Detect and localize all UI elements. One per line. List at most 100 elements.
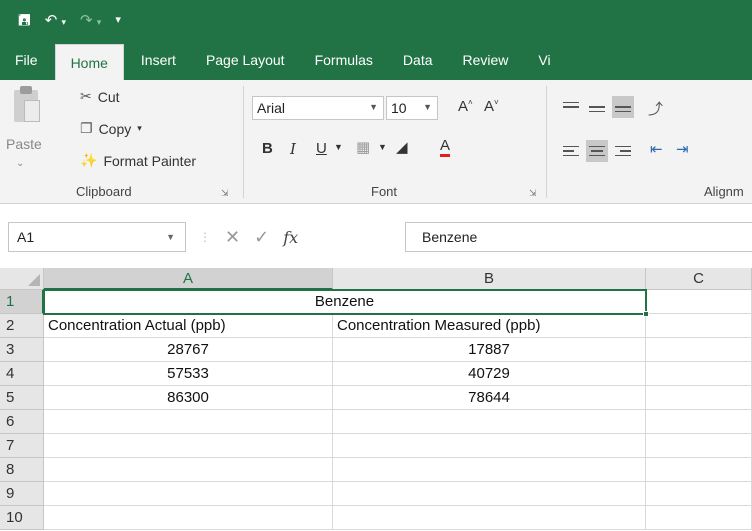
align-left-icon[interactable] [560,140,582,162]
cell-c6[interactable] [646,410,752,434]
fill-handle[interactable] [643,311,649,317]
worksheet-grid: A B C 1 2 3 4 5 6 7 8 9 10 Benzene Conce… [0,268,752,531]
tab-page-layout[interactable]: Page Layout [191,40,300,80]
cell-b10[interactable] [333,506,646,530]
cell-c2[interactable] [646,314,752,338]
row-header-5[interactable]: 5 [0,386,44,410]
tab-home[interactable]: Home [54,44,124,80]
format-painter-label: Format Painter [103,152,197,169]
cell-c4[interactable] [646,362,752,386]
borders-icon[interactable]: ▦ [356,138,370,156]
redo-icon[interactable]: ↷ ▾ [80,13,101,28]
copy-icon: ❐ [80,120,93,136]
enter-icon[interactable]: ✓ [254,227,269,248]
tab-review[interactable]: Review [448,40,524,80]
cell-a8[interactable] [44,458,333,482]
bold-icon[interactable]: B [262,140,273,157]
tab-file[interactable]: File [0,40,53,80]
orientation-icon[interactable]: ⤴ [648,98,663,119]
paste-icon[interactable] [10,86,40,126]
increase-font-icon[interactable]: A˄ [458,98,473,115]
alignment-group-label: Alignm [704,184,744,199]
paste-button[interactable]: Paste [6,136,42,152]
font-group-label: Font [371,184,398,199]
customize-icon[interactable]: ▾ [115,14,121,26]
tab-view[interactable]: Vi [523,40,565,80]
increase-indent-icon[interactable]: ⇥ [676,140,689,158]
decrease-font-icon[interactable]: A˅ [484,98,499,115]
middle-align-icon[interactable] [586,96,608,118]
cell-c1[interactable] [646,290,752,314]
cell-c5[interactable] [646,386,752,410]
chevron-down-icon[interactable]: ▼ [334,142,343,152]
cell-b3[interactable]: 17887 [333,338,646,362]
cut-label: Cut [97,88,120,105]
select-all-button[interactable] [0,268,44,290]
tab-formulas[interactable]: Formulas [300,40,388,80]
cut-button[interactable]: ✂ Cut [80,88,120,105]
cell-a5[interactable]: 86300 [44,386,333,410]
tab-insert[interactable]: Insert [126,40,191,80]
row-header-7[interactable]: 7 [0,434,44,458]
formula-input[interactable]: Benzene [405,222,752,252]
row-header-1[interactable]: 1 [0,290,44,314]
paste-dropdown-icon[interactable]: ⌄ [16,158,24,169]
cell-c7[interactable] [646,434,752,458]
tab-data[interactable]: Data [388,40,448,80]
font-size-select[interactable]: 10 ▼ [386,96,438,120]
cell-a9[interactable] [44,482,333,506]
save-icon[interactable]: 🖪 [18,13,31,28]
chevron-down-icon: ▾ [137,123,142,133]
column-header-c[interactable]: C [646,268,752,290]
font-name-select[interactable]: Arial ▼ [252,96,384,120]
cell-c10[interactable] [646,506,752,530]
cell-c8[interactable] [646,458,752,482]
formula-bar: A1 ▼ ⋮ ✕ ✓ fx Benzene [0,204,752,260]
top-align-icon[interactable] [560,96,582,118]
cell-c3[interactable] [646,338,752,362]
cell-b8[interactable] [333,458,646,482]
row-header-9[interactable]: 9 [0,482,44,506]
align-center-icon[interactable] [586,140,608,162]
cell-a7[interactable] [44,434,333,458]
name-box[interactable]: A1 ▼ [8,222,186,252]
row-header-2[interactable]: 2 [0,314,44,338]
cell-b6[interactable] [333,410,646,434]
cancel-icon[interactable]: ✕ [225,227,240,248]
font-color-icon[interactable]: A [440,138,451,157]
cell-b5[interactable]: 78644 [333,386,646,410]
copy-button[interactable]: ❐ Copy ▾ [80,120,142,137]
row-header-8[interactable]: 8 [0,458,44,482]
format-painter-button[interactable]: ✨ Format Painter [80,152,196,169]
row-header-3[interactable]: 3 [0,338,44,362]
cell-b7[interactable] [333,434,646,458]
cell-a10[interactable] [44,506,333,530]
cell-a1-merged[interactable]: Benzene [44,290,646,314]
row-header-10[interactable]: 10 [0,506,44,530]
cell-b4[interactable]: 40729 [333,362,646,386]
row-header-4[interactable]: 4 [0,362,44,386]
chevron-down-icon[interactable]: ▼ [378,142,387,152]
cell-b2[interactable]: Concentration Measured (ppb) [333,314,646,338]
column-header-a[interactable]: A [44,268,333,290]
cell-a2[interactable]: Concentration Actual (ppb) [44,314,333,338]
undo-icon[interactable]: ↶ ▾ [45,13,66,28]
cell-a3[interactable]: 28767 [44,338,333,362]
cell-c9[interactable] [646,482,752,506]
cell-b9[interactable] [333,482,646,506]
grip-icon: ⋮ [199,230,211,244]
font-name-value: Arial [257,100,286,116]
cell-a4[interactable]: 57533 [44,362,333,386]
row-header-6[interactable]: 6 [0,410,44,434]
font-launcher-icon[interactable]: ⇲ [529,188,537,199]
align-right-icon[interactable] [612,140,634,162]
cell-a6[interactable] [44,410,333,434]
bottom-align-icon[interactable] [612,96,634,118]
italic-icon[interactable]: I [290,140,296,158]
clipboard-launcher-icon[interactable]: ⇲ [221,188,229,199]
underline-icon[interactable]: U [316,140,327,157]
fill-color-icon[interactable]: ◢ [396,138,408,156]
decrease-indent-icon[interactable]: ⇤ [650,140,663,158]
column-header-b[interactable]: B [333,268,646,290]
insert-function-icon[interactable]: fx [283,228,298,247]
